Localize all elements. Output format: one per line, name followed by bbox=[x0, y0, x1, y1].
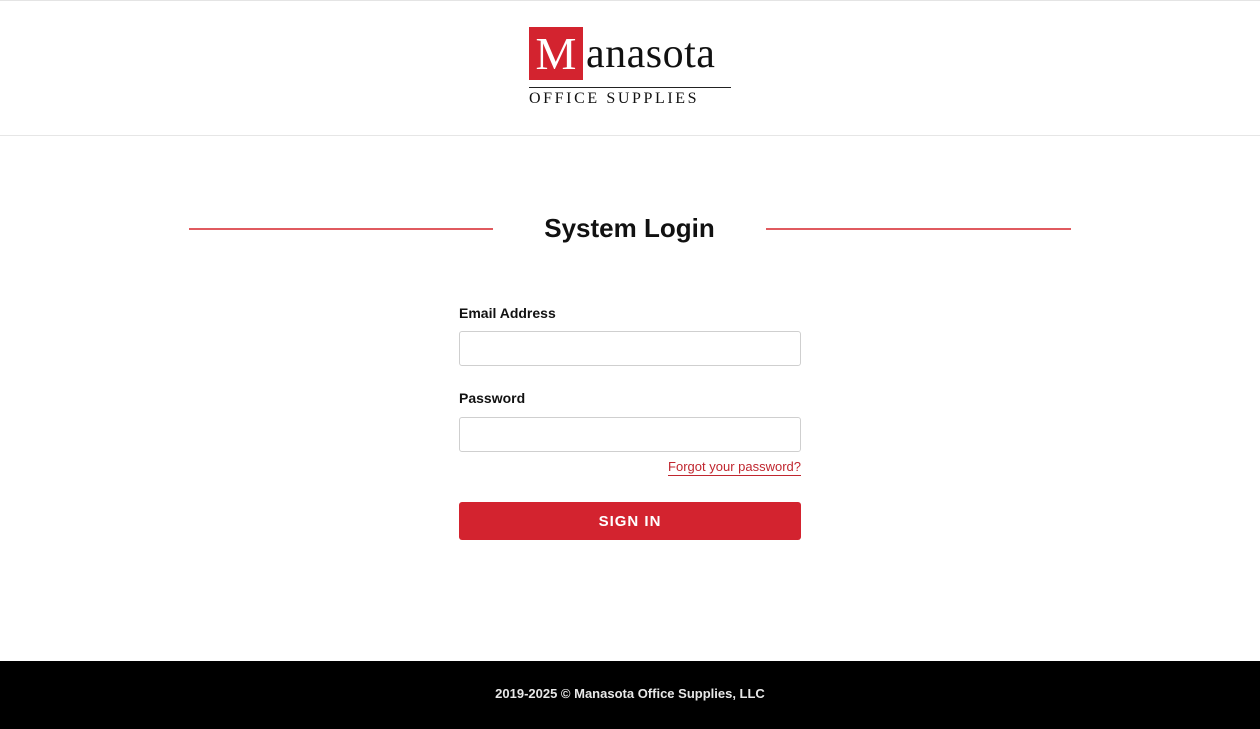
company-logo[interactable]: M anasota OFFICE SUPPLIES bbox=[529, 27, 733, 109]
title-divider-left bbox=[189, 228, 493, 230]
logo-initial: M bbox=[529, 27, 583, 80]
forgot-password-link[interactable]: Forgot your password? bbox=[668, 459, 801, 476]
password-field[interactable] bbox=[459, 417, 801, 452]
logo-wordmark: anasota bbox=[586, 31, 716, 77]
site-header: M anasota OFFICE SUPPLIES bbox=[0, 1, 1260, 136]
site-footer: 2019-2025 © Manasota Office Supplies, LL… bbox=[0, 661, 1260, 729]
copyright-text: 2019-2025 © Manasota Office Supplies, LL… bbox=[495, 686, 765, 701]
logo-divider bbox=[529, 87, 731, 88]
password-label: Password bbox=[459, 390, 526, 406]
logo-subtitle: OFFICE SUPPLIES bbox=[529, 90, 700, 107]
title-divider-right bbox=[766, 228, 1071, 230]
email-field[interactable] bbox=[459, 331, 801, 366]
sign-in-button[interactable]: SIGN IN bbox=[459, 502, 801, 540]
page-title: System Login bbox=[544, 213, 715, 243]
email-label: Email Address bbox=[459, 305, 556, 321]
